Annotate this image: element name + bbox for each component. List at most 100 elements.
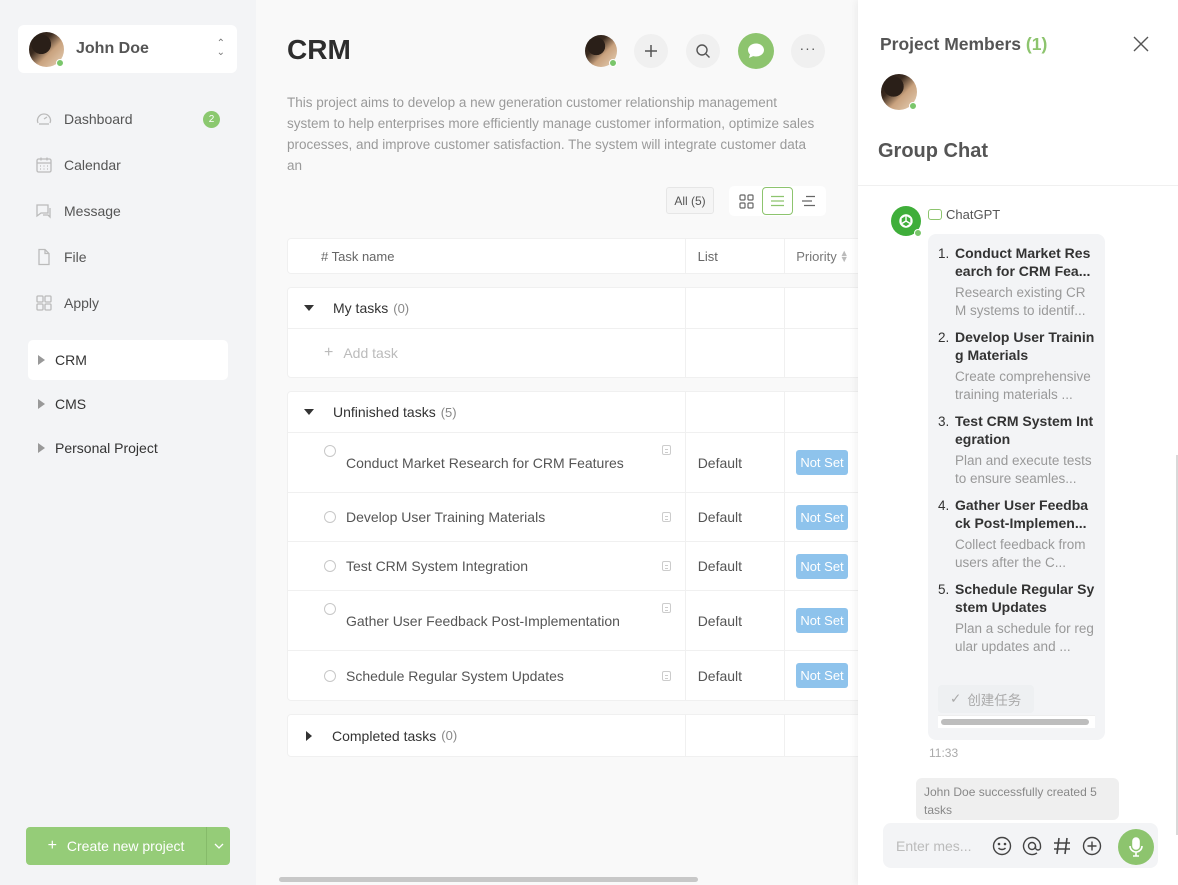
group-chat-title: Group Chat (878, 140, 988, 162)
member-avatar[interactable] (585, 35, 617, 67)
sidebar: John Doe ⌃ ⌄ Dashboard 2 Calendar Message (0, 0, 256, 885)
sort-icon[interactable]: ▲ ▼ (840, 249, 849, 264)
create-project-dropdown[interactable] (206, 827, 230, 865)
close-panel-button[interactable] (1131, 34, 1151, 54)
add-button[interactable] (634, 34, 668, 68)
note-icon[interactable] (661, 603, 671, 613)
task-name[interactable]: Schedule Regular System Updates (346, 664, 564, 688)
main-nav: Dashboard 2 Calendar Message File Apply (28, 96, 228, 326)
more-options-button[interactable]: ··· (791, 34, 825, 68)
sidebar-item-label: Dashboard (64, 111, 133, 127)
note-icon[interactable] (661, 445, 671, 455)
priority-badge[interactable]: Not Set (796, 504, 848, 530)
suggestion-item: 4. Gather User Feedback Post-Implemen...… (938, 496, 1095, 572)
sidebar-item-label: Apply (64, 295, 100, 311)
caret-down-icon[interactable] (304, 409, 314, 415)
card-scrollbar[interactable] (938, 715, 1095, 728)
members-count: (1) (1025, 34, 1048, 54)
online-status-dot (56, 58, 64, 67)
online-status-dot (609, 59, 617, 67)
caret-right-icon[interactable] (38, 443, 45, 453)
hashtag-icon[interactable] (1051, 835, 1073, 857)
online-status-dot (909, 102, 917, 110)
suggestion-desc: Plan and execute tests to ensure seamles… (955, 453, 1092, 486)
sidebar-item-apply[interactable]: Apply (28, 280, 228, 326)
voice-input-button[interactable] (1118, 829, 1154, 865)
chat-toggle-button[interactable] (738, 33, 774, 69)
task-complete-checkbox[interactable] (324, 603, 336, 615)
task-list: Default (686, 433, 786, 492)
suggestion-desc: Plan a schedule for regular updates and … (955, 621, 1094, 654)
add-task-button[interactable]: + Add task (288, 329, 686, 377)
message-input[interactable] (896, 837, 991, 854)
table-row[interactable]: Test CRM System Integration Default Not … (288, 542, 858, 591)
project-label: CRM (55, 352, 87, 368)
task-name[interactable]: Gather User Feedback Post-Implementation (346, 609, 620, 633)
sidebar-item-message[interactable]: Message (28, 188, 228, 234)
project-item-cms[interactable]: CMS (28, 384, 228, 424)
sidebar-item-file[interactable]: File (28, 234, 228, 280)
task-complete-checkbox[interactable] (324, 445, 336, 457)
suggestion-desc: Collect feedback from users after the C.… (955, 537, 1086, 570)
create-project-button[interactable]: + Create new project (26, 827, 206, 865)
caret-right-icon[interactable] (38, 355, 45, 365)
task-complete-checkbox[interactable] (324, 511, 336, 523)
chevron-down-icon (214, 843, 223, 849)
column-header-task: # Task name (288, 239, 686, 273)
note-icon[interactable] (661, 670, 671, 681)
task-complete-checkbox[interactable] (324, 560, 336, 572)
priority-label: Priority (796, 248, 837, 264)
task-list: Default (686, 542, 786, 590)
user-switcher[interactable]: John Doe ⌃ ⌄ (18, 25, 237, 73)
task-list: Default (686, 651, 786, 700)
table-row[interactable]: Schedule Regular System Updates Default … (288, 651, 858, 700)
table-row[interactable]: Gather User Feedback Post-Implementation… (288, 591, 858, 651)
suggestion-title: Conduct Market Research for CRM Fea... (955, 245, 1091, 279)
project-item-crm[interactable]: CRM (28, 340, 228, 380)
board-view-button[interactable] (731, 187, 762, 215)
search-button[interactable] (686, 34, 720, 68)
group-name: Completed tasks (332, 727, 437, 744)
add-attachment-icon[interactable] (1081, 835, 1103, 857)
gantt-view-button[interactable] (793, 187, 824, 215)
note-icon[interactable] (661, 561, 671, 571)
note-icon[interactable] (661, 512, 671, 522)
notification-badge: 2 (203, 111, 220, 128)
table-row[interactable]: Conduct Market Research for CRM Features… (288, 433, 858, 493)
priority-badge[interactable]: Not Set (796, 663, 848, 688)
group-count: (0) (393, 300, 410, 316)
task-name[interactable]: Develop User Training Materials (346, 505, 545, 529)
mention-icon[interactable] (1021, 835, 1043, 857)
members-title-text: Project Members (880, 34, 1022, 54)
filter-all-button[interactable]: All (5) (666, 187, 714, 214)
column-header-list: List (686, 239, 786, 273)
gantt-icon (802, 195, 815, 207)
file-icon (35, 248, 53, 266)
create-tasks-button[interactable]: ✓ 创建任务 (938, 685, 1034, 713)
divider (858, 185, 1178, 186)
priority-badge[interactable]: Not Set (796, 450, 848, 475)
caret-right-icon[interactable] (38, 399, 45, 409)
priority-badge[interactable]: Not Set (796, 553, 848, 579)
suggestion-title: Gather User Feedback Post-Implemen... (955, 497, 1089, 531)
list-view-button[interactable] (762, 187, 793, 215)
suggestion-item: 1. Conduct Market Research for CRM Fea..… (938, 244, 1095, 320)
table-row[interactable]: Develop User Training Materials Default … (288, 493, 858, 542)
microphone-icon (1129, 837, 1143, 857)
chat-bubble-icon (748, 43, 764, 58)
column-header-priority[interactable]: Priority ▲ ▼ (785, 239, 858, 273)
task-complete-checkbox[interactable] (324, 669, 336, 682)
caret-down-icon[interactable] (304, 305, 314, 311)
sidebar-item-dashboard[interactable]: Dashboard 2 (28, 96, 228, 142)
task-name[interactable]: Test CRM System Integration (346, 554, 528, 578)
priority-badge[interactable]: Not Set (796, 608, 848, 633)
task-name[interactable]: Conduct Market Research for CRM Features (346, 451, 624, 475)
horizontal-scrollbar[interactable] (279, 877, 698, 882)
caret-right-icon[interactable] (306, 730, 312, 741)
task-list: Default (686, 591, 786, 650)
project-item-personal[interactable]: Personal Project (28, 428, 228, 468)
emoji-icon[interactable] (991, 835, 1013, 857)
sidebar-item-calendar[interactable]: Calendar (28, 142, 228, 188)
plus-icon: + (324, 344, 334, 361)
member-avatar[interactable] (881, 74, 917, 110)
